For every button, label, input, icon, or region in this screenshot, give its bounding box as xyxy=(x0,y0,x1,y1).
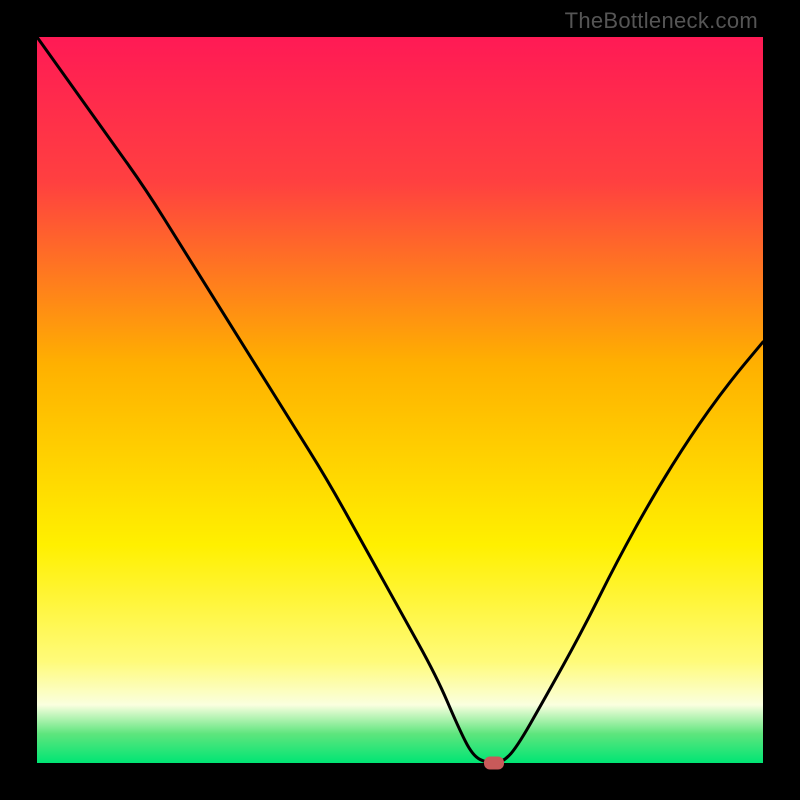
curve-path xyxy=(37,37,763,763)
optimal-point-marker xyxy=(484,757,504,770)
bottleneck-curve xyxy=(37,37,763,763)
plot-area xyxy=(37,37,763,763)
watermark-text: TheBottleneck.com xyxy=(565,8,758,34)
chart-frame: TheBottleneck.com xyxy=(0,0,800,800)
